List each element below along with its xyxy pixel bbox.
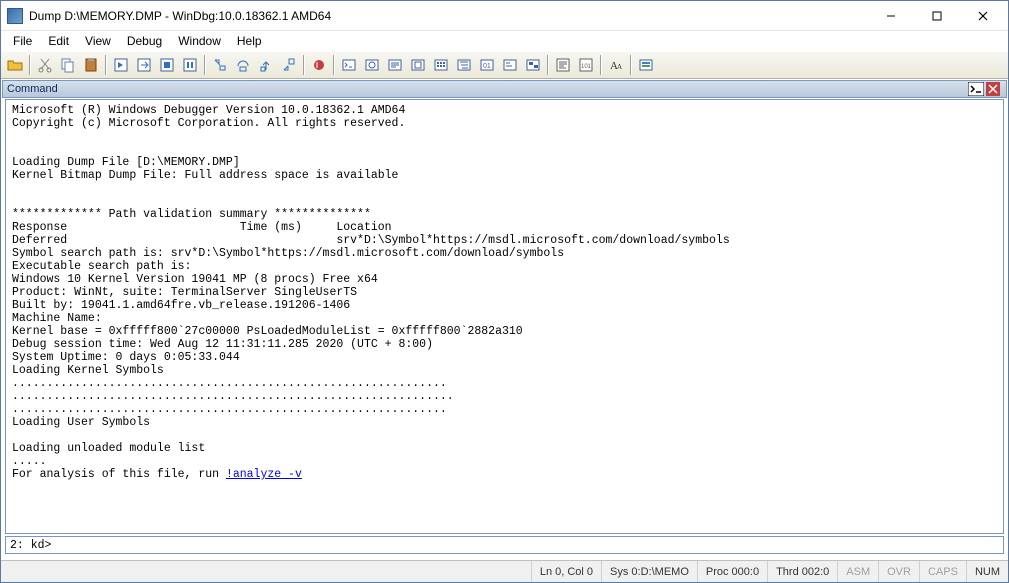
copy-icon[interactable]	[57, 54, 79, 76]
minimize-button[interactable]	[868, 1, 914, 31]
command-close-icon[interactable]	[986, 82, 1002, 96]
app-icon	[7, 8, 23, 24]
analyze-link[interactable]: !analyze -v	[226, 468, 302, 481]
breakpoint-icon[interactable]	[308, 54, 330, 76]
processes-window-icon[interactable]	[522, 54, 544, 76]
separator	[630, 55, 632, 75]
scratch-pad-icon[interactable]	[499, 54, 521, 76]
command-text: Microsoft (R) Windows Debugger Version 1…	[12, 104, 730, 481]
separator	[105, 55, 107, 75]
command-output[interactable]: Microsoft (R) Windows Debugger Version 1…	[5, 99, 1004, 534]
menu-file[interactable]: File	[5, 32, 40, 50]
command-input[interactable]	[55, 539, 999, 552]
maximize-button[interactable]	[914, 1, 960, 31]
separator	[600, 55, 602, 75]
menu-view[interactable]: View	[77, 32, 119, 50]
status-proc[interactable]: Proc 000:0	[697, 561, 767, 582]
toolbar: 01 101 AA	[1, 51, 1008, 79]
options-icon[interactable]	[635, 54, 657, 76]
disassembly-window-icon[interactable]: 01	[476, 54, 498, 76]
status-thrd[interactable]: Thrd 002:0	[767, 561, 837, 582]
menu-debug[interactable]: Debug	[119, 32, 170, 50]
registers-window-icon[interactable]	[407, 54, 429, 76]
source-mode-icon[interactable]	[552, 54, 574, 76]
watch-window-icon[interactable]	[361, 54, 383, 76]
close-button[interactable]	[960, 1, 1006, 31]
svg-text:01: 01	[483, 63, 491, 70]
step-over-icon[interactable]	[232, 54, 254, 76]
source-mode-alt-icon[interactable]: 101	[575, 54, 597, 76]
command-window-icon[interactable]	[338, 54, 360, 76]
separator	[303, 55, 305, 75]
stop-icon[interactable]	[156, 54, 178, 76]
status-ovr: OVR	[878, 561, 919, 582]
step-into-icon[interactable]	[209, 54, 231, 76]
locals-window-icon[interactable]	[384, 54, 406, 76]
window-title: Dump D:\MEMORY.DMP - WinDbg:10.0.18362.1…	[29, 9, 868, 23]
separator	[333, 55, 335, 75]
open-icon[interactable]	[4, 54, 26, 76]
command-prompt: 2: kd>	[10, 539, 51, 552]
paste-icon[interactable]	[80, 54, 102, 76]
step-out-icon[interactable]	[255, 54, 277, 76]
command-titlebar: Command	[2, 80, 1007, 98]
cut-icon[interactable]	[34, 54, 56, 76]
titlebar: Dump D:\MEMORY.DMP - WinDbg:10.0.18362.1…	[1, 1, 1008, 31]
status-asm: ASM	[837, 561, 878, 582]
restart-icon[interactable]	[133, 54, 155, 76]
separator	[204, 55, 206, 75]
command-input-row: 2: kd>	[5, 536, 1004, 554]
menu-edit[interactable]: Edit	[40, 32, 77, 50]
memory-window-icon[interactable]	[430, 54, 452, 76]
statusbar: Ln 0, Col 0 Sys 0:D:\MEMO Proc 000:0 Thr…	[1, 560, 1008, 582]
callstack-window-icon[interactable]	[453, 54, 475, 76]
status-num: NUM	[966, 561, 1008, 582]
status-lncol: Ln 0, Col 0	[531, 561, 601, 582]
svg-text:A: A	[617, 63, 622, 71]
font-icon[interactable]: AA	[605, 54, 627, 76]
command-title: Command	[7, 83, 966, 95]
menu-help[interactable]: Help	[229, 32, 270, 50]
menubar: File Edit View Debug Window Help	[1, 31, 1008, 51]
break-icon[interactable]	[179, 54, 201, 76]
separator	[29, 55, 31, 75]
separator	[547, 55, 549, 75]
status-caps: CAPS	[919, 561, 966, 582]
run-to-cursor-icon[interactable]	[278, 54, 300, 76]
status-sys[interactable]: Sys 0:D:\MEMO	[601, 561, 697, 582]
menu-window[interactable]: Window	[170, 32, 229, 50]
command-prompt-icon[interactable]	[968, 82, 984, 96]
svg-text:101: 101	[581, 64, 592, 70]
go-icon[interactable]	[110, 54, 132, 76]
